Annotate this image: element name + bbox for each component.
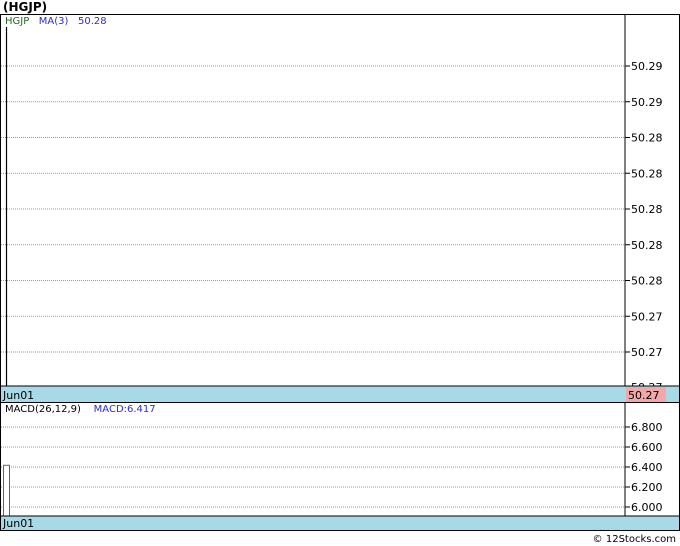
price-panel: 50.29 50.29 50.28 50.28 50.28 50.28 50.28 50.27… [0, 14, 680, 403]
macd-label: MACD(26,12,9) [5, 404, 81, 415]
macd-plot: 6.800 6.600 6.400 6.200 6.000 Jun01 [1, 403, 679, 530]
macd-tick-label: 6.400 [631, 461, 663, 474]
price-tick-label: 50.28 [631, 275, 663, 288]
ticker-label: HGJP [5, 16, 30, 27]
price-tick-label: 50.27 [631, 346, 663, 359]
price-tick-label: 50.27 [631, 310, 663, 323]
macd-value: MACD:6.417 [93, 404, 156, 415]
price-date-band [1, 386, 679, 402]
ma-label: MA(3) [38, 16, 69, 27]
macd-panel: 6.800 6.600 6.400 6.200 6.000 Jun01 MACD(26,1… [0, 402, 680, 531]
macd-date-label: Jun01 [2, 517, 34, 530]
price-tick-label: 50.29 [631, 60, 663, 73]
last-price-label: 50.27 [628, 389, 660, 402]
price-plot: 50.29 50.29 50.28 50.28 50.28 50.28 50.28 50.27… [1, 15, 679, 402]
macd-legend: MACD(26,12,9) MACD:6.417 [5, 404, 156, 415]
macd-date-band [1, 516, 679, 530]
footer-credit: © 12Stocks.com [592, 534, 676, 545]
macd-tick-label: 6.800 [631, 421, 663, 434]
price-legend: HGJP MA(3) 50.28 [5, 16, 107, 27]
ma-value: 50.28 [77, 16, 107, 27]
price-tick-label: 50.28 [631, 203, 663, 216]
macd-bar [3, 464, 10, 517]
macd-tick-label: 6.600 [631, 441, 663, 454]
price-tick-label: 50.28 [631, 239, 663, 252]
macd-tick-label: 6.000 [631, 501, 663, 514]
price-date-label: Jun01 [2, 389, 34, 402]
price-tick-label: 50.28 [631, 132, 663, 145]
macd-tick-label: 6.200 [631, 481, 663, 494]
chart-title: (HGJP) [3, 0, 48, 14]
price-tick-label: 50.29 [631, 96, 663, 109]
price-tick-label: 50.28 [631, 167, 663, 180]
